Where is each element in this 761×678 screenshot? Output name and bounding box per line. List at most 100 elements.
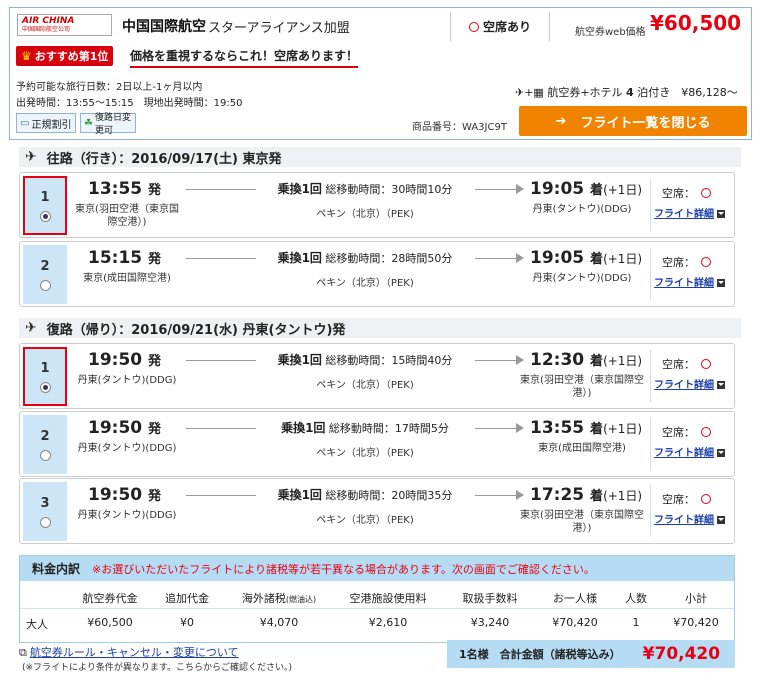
arr-suffix: 着 <box>590 183 604 198</box>
col-extra: 追加代金 <box>165 592 209 605</box>
flight-row[interactable]: 2 15:15 発東京(成田国際空港) 乗換1回 総移動時間：28時間50分 ペキン（… <box>19 241 735 307</box>
tag-regular-text: 正規割引 <box>31 119 72 131</box>
flight-row[interactable]: 1 19:50 発丹東(タントウ)(DDG) 乗換1回 総移動時間：15時間40分ペ… <box>19 343 735 409</box>
option-number: 2 <box>40 258 50 274</box>
col-tax-sub: (燃油込) <box>285 595 317 604</box>
avail-label: 空席： <box>662 426 695 439</box>
hotel-price: ¥86,128〜 <box>681 86 738 99</box>
flight-detail-link[interactable]: フライト詳細 <box>654 376 725 391</box>
rank-text: おすすめ第1位 <box>34 50 109 63</box>
departure-time: 19:50 発 <box>88 350 161 370</box>
flight-detail-text[interactable]: フライト詳細 <box>654 278 714 289</box>
hotel-plan[interactable]: ✈+▦ 航空券+ホテル 4 泊付き ¥86,128〜 <box>515 84 738 100</box>
return-change-tag: ☘ 復路日変更可 <box>80 113 136 136</box>
departure-time: 19:50 発 <box>88 485 161 505</box>
fare-rules-text[interactable]: 航空券ルール・キャンセル・変更について <box>30 646 239 659</box>
plan-card: AIR CHINA 中国国际航空公司 中国国際航空 スターアライアンス加盟 空席… <box>9 7 752 140</box>
total-duration: 総移動時間：20時間35分 <box>325 489 453 502</box>
arrow-right-icon: ➔ <box>555 113 567 129</box>
dep-suffix: 発 <box>148 183 162 198</box>
transfer-info: 乗換1回 総移動時間：15時間40分 <box>255 351 475 368</box>
dropdown-icon[interactable] <box>717 279 725 287</box>
via-airport: ペキン（北京）（PEK) <box>316 380 414 391</box>
arrow-right-icon <box>516 423 524 433</box>
alliance-label: スターアライアンス加盟 <box>208 21 350 36</box>
available-circle-icon <box>701 359 711 369</box>
route-line <box>475 495 517 496</box>
dropdown-icon[interactable] <box>717 516 725 524</box>
document-icon: ⧉ <box>19 646 27 659</box>
route-line <box>186 258 256 259</box>
avail-label: 空席： <box>662 493 695 506</box>
flight-option[interactable]: 1 <box>23 176 67 235</box>
flight-detail-link[interactable]: フライト詳細 <box>654 444 725 459</box>
hotel-nights: 4 <box>626 86 634 99</box>
transfer-info: 乗換1回 総移動時間：20時間35分 <box>255 486 475 503</box>
cell-tax: ¥4,070 <box>259 616 299 629</box>
arrival-time: 13:55 着(+1日) <box>530 418 642 438</box>
seat-availability: 空席： <box>662 491 715 507</box>
close-flight-list-button[interactable]: ➔ フライト一覧を閉じる <box>519 106 747 136</box>
dropdown-icon[interactable] <box>717 449 725 457</box>
dropdown-icon[interactable] <box>717 210 725 218</box>
col-handling: 取扱手数料 <box>462 592 518 605</box>
fare-rules-link[interactable]: ⧉ 航空券ルール・キャンセル・変更について <box>19 644 239 660</box>
crown-icon: ♛ <box>21 49 32 63</box>
flight-radio[interactable] <box>39 449 51 461</box>
flight-option[interactable]: 3 <box>23 482 67 541</box>
flight-row[interactable]: 2 19:50 発丹東(タントウ)(DDG) 乗換1回 総移動時間：17時間5分 ペキ… <box>19 411 735 477</box>
inbound-title: 復路（帰り）：2016/09/21(水) 丹東(タントウ)発 <box>46 322 346 338</box>
option-number: 3 <box>40 495 50 511</box>
catch-copy: 価格を重視するならこれ！空席あります！ <box>130 47 359 68</box>
dropdown-icon[interactable] <box>717 381 725 389</box>
dep-time-value: 13:55 <box>88 179 143 199</box>
price-label: 航空券web価格 <box>575 27 646 38</box>
dep-time-value: 19:50 <box>88 418 143 438</box>
flight-detail-text[interactable]: フライト詳細 <box>654 380 714 391</box>
flight-row[interactable]: 1 13:55 発東京(羽田空港（東京国際空港）) 乗換1回 総移動時間：30時間1… <box>19 172 735 238</box>
flight-detail-link[interactable]: フライト詳細 <box>654 205 725 220</box>
flight-row[interactable]: 3 19:50 発丹東(タントウ)(DDG) 乗換1回 総移動時間：20時間35分ペ… <box>19 478 735 544</box>
col-tax-label: 海外諸税 <box>241 592 286 605</box>
route-line <box>475 360 517 361</box>
flight-detail-text[interactable]: フライト詳細 <box>654 515 714 526</box>
available-circle-icon <box>701 494 711 504</box>
arr-time-value: 19:05 <box>530 179 585 199</box>
flight-detail-text[interactable]: フライト詳細 <box>654 209 714 220</box>
cell-ticket: ¥60,500 <box>87 616 133 629</box>
airline-name: 中国国際航空 <box>122 19 206 35</box>
flight-radio[interactable] <box>39 279 51 291</box>
cell-per-person: ¥70,420 <box>552 616 598 629</box>
plane-hotel-icon: ✈+▦ <box>515 86 548 99</box>
total-duration: 総移動時間：30時間10分 <box>325 183 453 196</box>
flight-radio[interactable] <box>39 516 51 528</box>
flight-option[interactable]: 2 <box>23 245 67 304</box>
divider <box>650 350 651 402</box>
regular-discount-tag: ▭ 正規割引 <box>16 113 76 133</box>
route-line <box>186 495 256 496</box>
via-airport: ペキン（北京）（PEK) <box>316 448 414 459</box>
flight-option[interactable]: 1 <box>23 347 67 406</box>
flight-detail-link[interactable]: フライト詳細 <box>654 274 725 289</box>
total-duration: 総移動時間：28時間50分 <box>325 252 453 265</box>
logo-text: AIR CHINA <box>22 16 75 26</box>
dep-suffix: 発 <box>148 422 162 437</box>
transfer-info: 乗換1回 総移動時間：30時間10分 <box>255 180 475 197</box>
flight-option[interactable]: 2 <box>23 415 67 474</box>
flight-detail-link[interactable]: フライト詳細 <box>654 511 725 526</box>
flight-detail-text[interactable]: フライト詳細 <box>654 448 714 459</box>
flight-radio[interactable] <box>39 381 51 393</box>
flight-radio[interactable] <box>39 210 51 222</box>
next-day: (+1日) <box>603 422 643 436</box>
arrival-airport: 丹東(タントウ)(DDG) <box>532 273 632 284</box>
seat-availability: 空席： <box>662 185 715 201</box>
rank-badge: ♛ おすすめ第1位 <box>16 46 114 66</box>
total-amount: ¥70,420 <box>642 644 721 664</box>
plane-landing-icon: ✈ <box>25 320 37 336</box>
route-line <box>475 189 517 190</box>
arrival-time: 19:05 着(+1日) <box>530 248 642 268</box>
transfer-info: 乗換1回 総移動時間：28時間50分 <box>255 249 475 266</box>
departure-airport: 東京(成田国際空港) <box>83 273 171 284</box>
arrow-right-icon <box>516 253 524 263</box>
arrival-airport: 東京(成田国際空港) <box>538 443 626 454</box>
